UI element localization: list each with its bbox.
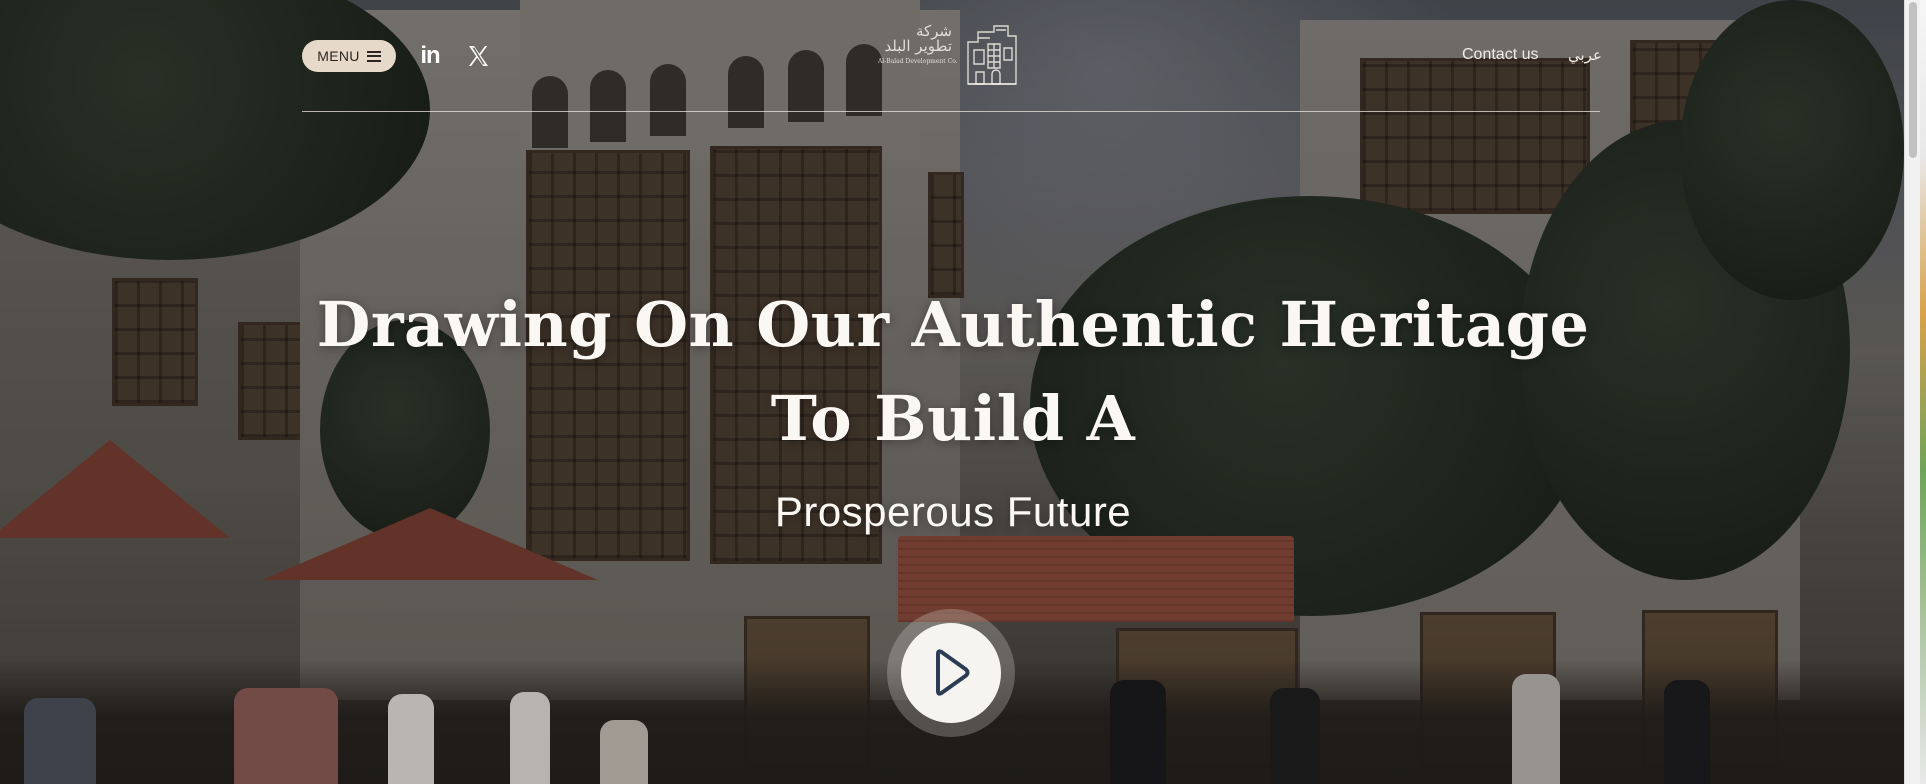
language-switch-link[interactable]: عربي xyxy=(1568,42,1602,68)
menu-button[interactable]: MENU xyxy=(302,40,396,72)
logo-arabic-name: شركة تطوير البلد xyxy=(884,22,952,55)
hero-subheadline: Prosperous Future xyxy=(774,488,1132,535)
building-logo-icon xyxy=(967,25,1017,85)
hero-headline-line-1: Drawing On Our Authentic Heritage xyxy=(316,288,1590,361)
browser-viewport: MENU in شركة تطوير البلد Al-Balad Develo… xyxy=(0,0,1926,784)
play-video-button[interactable] xyxy=(887,609,1015,737)
play-icon xyxy=(936,649,970,696)
logo-wordmark: شركة تطوير البلد Al-Balad Development Co… xyxy=(878,22,958,66)
x-icon[interactable] xyxy=(462,40,494,72)
hero-headline-line-2: To Build A xyxy=(770,382,1136,455)
linkedin-icon[interactable]: in xyxy=(414,40,446,72)
hero-section: MENU in شركة تطوير البلد Al-Balad Develo… xyxy=(0,0,1904,784)
header-divider xyxy=(302,111,1600,112)
logo-english-name: Al-Balad Development Co. xyxy=(878,58,958,65)
scrollbar-thumb[interactable] xyxy=(1909,2,1917,158)
company-logo[interactable]: شركة تطوير البلد Al-Balad Development Co… xyxy=(878,24,1022,88)
hero-headline: Drawing On Our Authentic Heritage To Bui… xyxy=(300,278,1606,466)
page-scrollbar[interactable] xyxy=(1904,0,1921,784)
contact-us-link[interactable]: Contact us xyxy=(1462,42,1538,68)
menu-label: MENU xyxy=(317,48,360,64)
hamburger-icon xyxy=(366,50,381,62)
play-button-disc xyxy=(901,623,1001,723)
adjacent-window-edge xyxy=(1920,0,1926,784)
